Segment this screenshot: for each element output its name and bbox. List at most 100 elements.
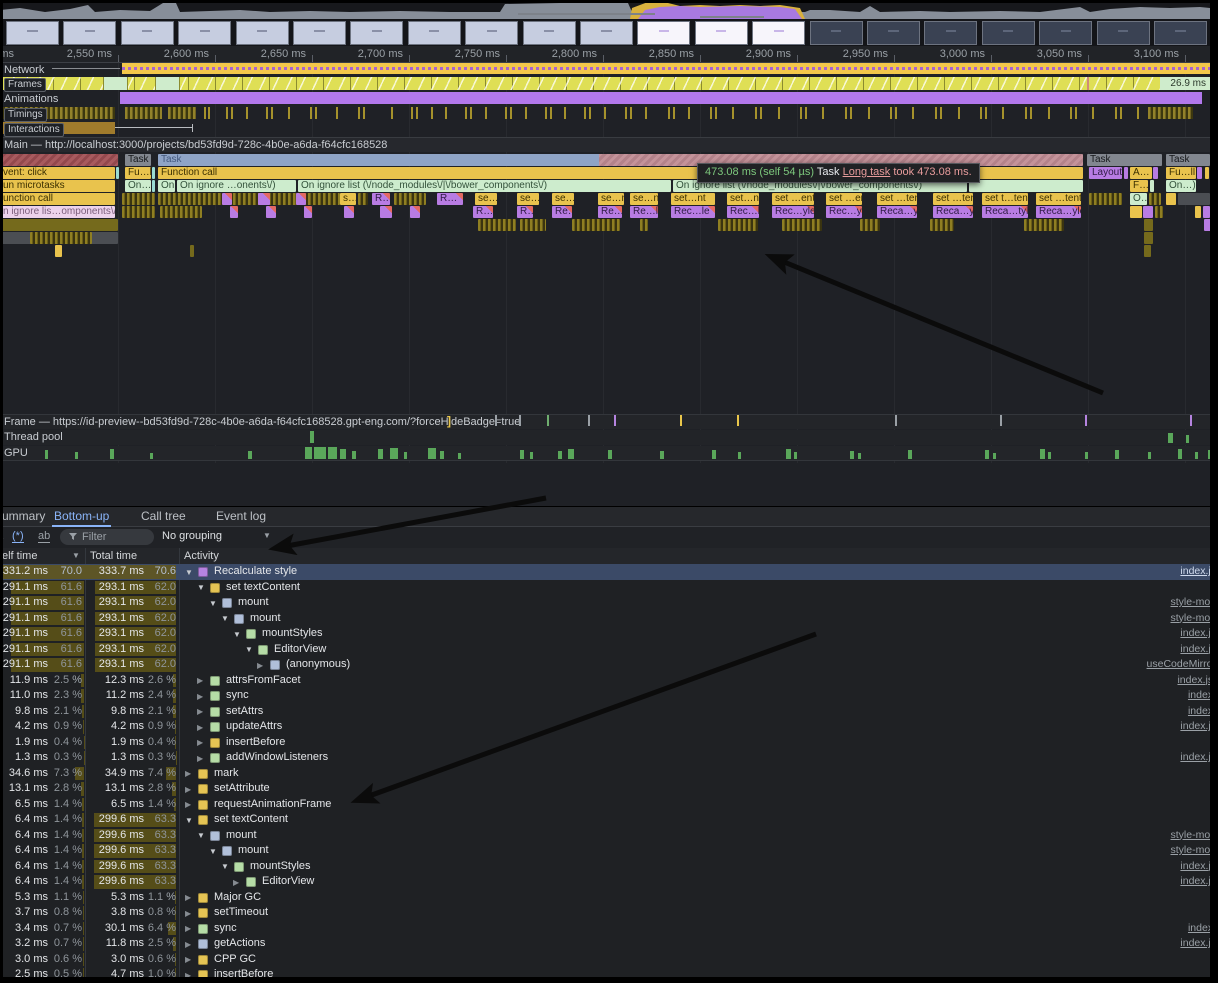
table-row[interactable]: 291.1 ms61.6 %293.1 ms62.0 %▼mountstyle-… bbox=[0, 595, 1218, 611]
gpu-bar[interactable] bbox=[660, 451, 664, 459]
table-row[interactable]: 331.2 ms70.0 %333.7 ms70.6 %▼Recalculate… bbox=[0, 564, 1218, 580]
gpu-bar[interactable] bbox=[738, 452, 741, 459]
flame-bar[interactable]: set …tent bbox=[1036, 193, 1081, 205]
expand-icon[interactable]: ▶ bbox=[185, 766, 191, 782]
flame-bar[interactable]: set …ent bbox=[772, 193, 814, 205]
gpu-bar[interactable] bbox=[390, 448, 398, 459]
threadpool-bar[interactable] bbox=[1186, 435, 1189, 443]
film-thumb[interactable] bbox=[810, 21, 863, 45]
table-row[interactable]: 4.2 ms0.9 %4.2 ms0.9 %▶updateAttrsindex.… bbox=[0, 719, 1218, 735]
grouping-select[interactable]: No grouping bbox=[162, 530, 222, 542]
film-thumb[interactable] bbox=[178, 21, 231, 45]
frame-duration-badge[interactable]: 26.9 ms bbox=[1160, 77, 1210, 90]
gpu-bar[interactable] bbox=[786, 449, 791, 459]
expand-icon[interactable]: ▶ bbox=[185, 952, 191, 968]
gpu-bar[interactable] bbox=[458, 453, 461, 459]
flame-bar[interactable]: F…l bbox=[1130, 180, 1148, 192]
film-thumb[interactable] bbox=[236, 21, 289, 45]
flame-bar[interactable]: On…) bbox=[1166, 180, 1196, 192]
table-row[interactable]: 291.1 ms61.6 %293.1 ms62.0 %▼set textCon… bbox=[0, 580, 1218, 596]
flame-bar[interactable]: set…nt bbox=[671, 193, 715, 205]
table-row[interactable]: 1.9 ms0.4 %1.9 ms0.4 %▶insertBefore bbox=[0, 735, 1218, 751]
frame-track-header[interactable]: Frame — https://id-preview--bd53fd9d-728… bbox=[0, 414, 1218, 429]
flame-bar[interactable]: se…t bbox=[552, 193, 574, 205]
main-thread-header[interactable]: Main — http://localhost:3000/projects/bd… bbox=[0, 137, 1218, 152]
gpu-bar[interactable] bbox=[608, 450, 612, 459]
header-total-time[interactable]: Total time bbox=[90, 548, 137, 564]
flame-bar[interactable]: On…) bbox=[158, 180, 175, 192]
expand-icon[interactable]: ▶ bbox=[185, 906, 191, 922]
flame-bar[interactable]: Reca…yle bbox=[877, 206, 917, 218]
film-thumb[interactable] bbox=[6, 21, 59, 45]
gpu-bar[interactable] bbox=[858, 453, 861, 459]
film-thumb[interactable] bbox=[982, 21, 1035, 45]
tab-bottom-up[interactable]: Bottom-up bbox=[54, 509, 109, 523]
gpu-bar[interactable] bbox=[352, 451, 356, 459]
gpu-bar[interactable] bbox=[520, 450, 524, 459]
flame-bar[interactable]: set t…tent bbox=[982, 193, 1028, 205]
threadpool-bar[interactable] bbox=[1168, 433, 1173, 443]
flame-bar[interactable]: set…nt bbox=[727, 193, 759, 205]
gpu-bar[interactable] bbox=[428, 448, 436, 459]
table-row[interactable]: 6.4 ms1.4 %299.6 ms63.3 %▼set textConten… bbox=[0, 812, 1218, 828]
flame-bar[interactable]: R…e bbox=[517, 206, 533, 218]
gpu-bar[interactable] bbox=[1085, 452, 1088, 459]
expand-icon[interactable]: ▶ bbox=[185, 937, 191, 953]
gpu-bar[interactable] bbox=[530, 452, 533, 459]
table-row[interactable]: 291.1 ms61.6 %293.1 ms62.0 %▶(anonymous)… bbox=[0, 657, 1218, 673]
flame-bar[interactable]: On ignore list (\/node_modules\/|\/bower… bbox=[298, 180, 671, 192]
flame-bar[interactable]: set …ent bbox=[826, 193, 862, 205]
match-whole-word-icon[interactable]: ab bbox=[38, 530, 50, 543]
table-row[interactable]: 34.6 ms7.3 %34.9 ms7.4 %▶mark bbox=[0, 766, 1218, 782]
expand-icon[interactable]: ▶ bbox=[197, 751, 203, 767]
filter-input[interactable]: Filter bbox=[60, 529, 154, 545]
threadpool-track-header[interactable]: Thread pool bbox=[0, 430, 1218, 445]
collapse-icon[interactable]: ▼ bbox=[209, 844, 217, 860]
flame-bar[interactable]: On…) bbox=[125, 180, 151, 192]
gpu-bar[interactable] bbox=[1040, 449, 1045, 459]
flame-bar[interactable]: Task bbox=[1087, 154, 1162, 166]
table-row[interactable]: 6.5 ms1.4 %6.5 ms1.4 %▶requestAnimationF… bbox=[0, 797, 1218, 813]
film-thumb[interactable] bbox=[695, 21, 748, 45]
gpu-bar[interactable] bbox=[248, 451, 252, 459]
flame-bar[interactable]: Rec…yle bbox=[772, 206, 814, 218]
table-row[interactable]: 11.9 ms2.5 %12.3 ms2.6 %▶attrsFromFaceti… bbox=[0, 673, 1218, 689]
collapse-icon[interactable]: ▼ bbox=[197, 580, 205, 596]
table-row[interactable]: 5.3 ms1.1 %5.3 ms1.1 %▶Major GC bbox=[0, 890, 1218, 906]
collapse-icon[interactable]: ▼ bbox=[197, 828, 205, 844]
expand-icon[interactable]: ▶ bbox=[197, 735, 203, 751]
film-thumb[interactable] bbox=[408, 21, 461, 45]
flame-bar[interactable]: Rec…yle bbox=[826, 206, 862, 218]
gpu-bar[interactable] bbox=[328, 447, 337, 459]
table-row[interactable]: 3.0 ms0.6 %3.0 ms0.6 %▶CPP GC bbox=[0, 952, 1218, 968]
flame-bar[interactable]: Reca…tyle bbox=[982, 206, 1028, 218]
flame-bar[interactable]: un microtasks bbox=[0, 180, 115, 192]
table-row[interactable]: 3.2 ms0.7 %11.8 ms2.5 %▶getActionsindex.… bbox=[0, 936, 1218, 952]
flame-bar[interactable]: Layout bbox=[1089, 167, 1122, 179]
gpu-bar[interactable] bbox=[908, 450, 912, 459]
table-row[interactable]: 13.1 ms2.8 %13.1 ms2.8 %▶setAttribute bbox=[0, 781, 1218, 797]
collapse-icon[interactable]: ▼ bbox=[221, 611, 229, 627]
expand-icon[interactable]: ▶ bbox=[185, 921, 191, 937]
gpu-bar[interactable] bbox=[1148, 452, 1151, 459]
table-row[interactable]: 11.0 ms2.3 %11.2 ms2.4 %▶syncindex. bbox=[0, 688, 1218, 704]
flame-bar[interactable]: sk bbox=[0, 154, 118, 166]
gpu-bar[interactable] bbox=[993, 453, 996, 459]
gpu-bar[interactable] bbox=[45, 450, 48, 459]
timeline-ruler[interactable]: ms 2,550 ms2,600 ms2,650 ms2,700 ms2,750… bbox=[0, 46, 1218, 63]
gpu-bar[interactable] bbox=[712, 450, 716, 459]
flame-bar[interactable]: se…t bbox=[475, 193, 497, 205]
table-row[interactable]: 3.7 ms0.8 %3.8 ms0.8 %▶setTimeout bbox=[0, 905, 1218, 921]
gpu-bar[interactable] bbox=[568, 449, 574, 459]
tab-call-tree[interactable]: Call tree bbox=[141, 509, 186, 523]
header-self-time[interactable]: elf time bbox=[2, 548, 37, 564]
collapse-icon[interactable]: ▼ bbox=[185, 565, 193, 581]
flame-bar[interactable]: Rec…le bbox=[727, 206, 759, 218]
film-thumb[interactable] bbox=[867, 21, 920, 45]
flame-bar[interactable]: On ignore …onents\/) bbox=[177, 180, 296, 192]
film-thumb[interactable] bbox=[752, 21, 805, 45]
header-activity[interactable]: Activity bbox=[184, 548, 219, 564]
flame-bar[interactable]: set …tent bbox=[877, 193, 917, 205]
flame-bar[interactable]: Task bbox=[125, 154, 151, 166]
flame-bar[interactable]: Reca…yle bbox=[1036, 206, 1081, 218]
